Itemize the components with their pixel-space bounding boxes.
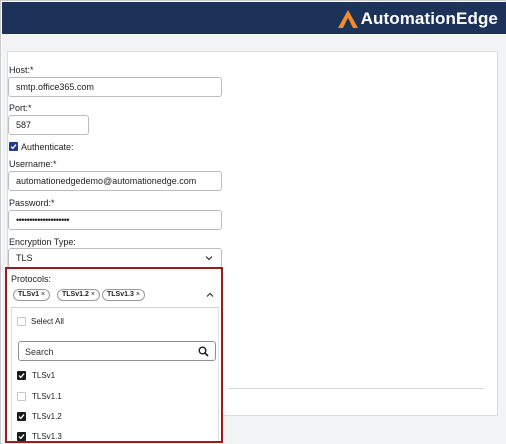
port-input[interactable]: 587 [8, 115, 89, 135]
encryption-type-value: TLS [16, 253, 33, 263]
port-label: Port:* [9, 103, 32, 113]
search-icon[interactable] [198, 346, 209, 357]
chip-label: TLSv1.2 [62, 291, 89, 298]
host-label: Host:* [9, 65, 34, 75]
option-tlsv1-2-checkbox[interactable] [17, 412, 26, 421]
chip-tlsv1-3[interactable]: TLSv1.3 × [102, 289, 145, 301]
option-tlsv1-label[interactable]: TLSv1 [32, 371, 55, 380]
checkmark-icon [18, 414, 25, 420]
chip-tlsv1[interactable]: TLSv1 × [13, 289, 51, 301]
chip-label: TLSv1 [18, 291, 40, 298]
password-input[interactable]: •••••••••••••••••••• [8, 210, 222, 230]
protocols-dropdown-panel: Select All TLSv1 TLSv1.1 TLSv1.2 TLSv1.3 [11, 307, 219, 441]
divider [228, 388, 484, 389]
chevron-down-icon [205, 256, 213, 261]
brand-name: AutomationEdge [360, 9, 498, 28]
automationedge-logo-icon [337, 10, 358, 28]
option-tlsv1-3-checkbox[interactable] [17, 432, 26, 441]
username-input[interactable]: automationedgedemo@automationedge.com [8, 171, 222, 191]
option-tlsv1-2-label[interactable]: TLSv1.2 [32, 412, 62, 421]
protocols-label: Protocols: [11, 274, 52, 284]
chip-tlsv1-2[interactable]: TLSv1.2 × [57, 289, 100, 301]
remove-chip-icon[interactable]: × [91, 291, 95, 298]
protocols-search-box [18, 341, 216, 361]
brand-logo[interactable]: AutomationEdge [337, 8, 498, 30]
encryption-type-select[interactable]: TLS [8, 248, 222, 268]
select-all-label[interactable]: Select All [31, 317, 64, 326]
top-bar: AutomationEdge [2, 2, 506, 34]
authenticate-label: Authenticate: [21, 142, 74, 152]
protocols-selected-field[interactable]: TLSv1 × TLSv1.2 × TLSv1.3 × [11, 287, 219, 305]
chevron-up-icon[interactable] [206, 291, 214, 299]
option-tlsv1-1-checkbox[interactable] [17, 392, 26, 401]
option-tlsv1-3-label[interactable]: TLSv1.3 [32, 432, 62, 441]
authenticate-checkbox[interactable] [9, 142, 18, 151]
checkmark-icon [18, 373, 25, 379]
window-frame: AutomationEdge Host:* smtp.office365.com… [0, 0, 506, 444]
protocols-search-input[interactable] [25, 344, 185, 359]
protocols-multiselect: Protocols: TLSv1 × TLSv1.2 × TLSv1.3 × Sele… [5, 267, 223, 443]
remove-chip-icon[interactable]: × [41, 291, 45, 298]
checkmark-icon [18, 434, 25, 440]
checkmark-icon [10, 144, 17, 150]
encryption-type-label: Encryption Type: [9, 237, 76, 247]
chip-label: TLSv1.3 [107, 291, 134, 298]
option-tlsv1-1-label[interactable]: TLSv1.1 [32, 392, 62, 401]
option-tlsv1-checkbox[interactable] [17, 371, 26, 380]
password-label: Password:* [9, 198, 55, 208]
host-input[interactable]: smtp.office365.com [8, 77, 222, 97]
remove-chip-icon[interactable]: × [136, 291, 140, 298]
username-label: Username:* [9, 159, 57, 169]
select-all-checkbox[interactable] [17, 317, 26, 326]
